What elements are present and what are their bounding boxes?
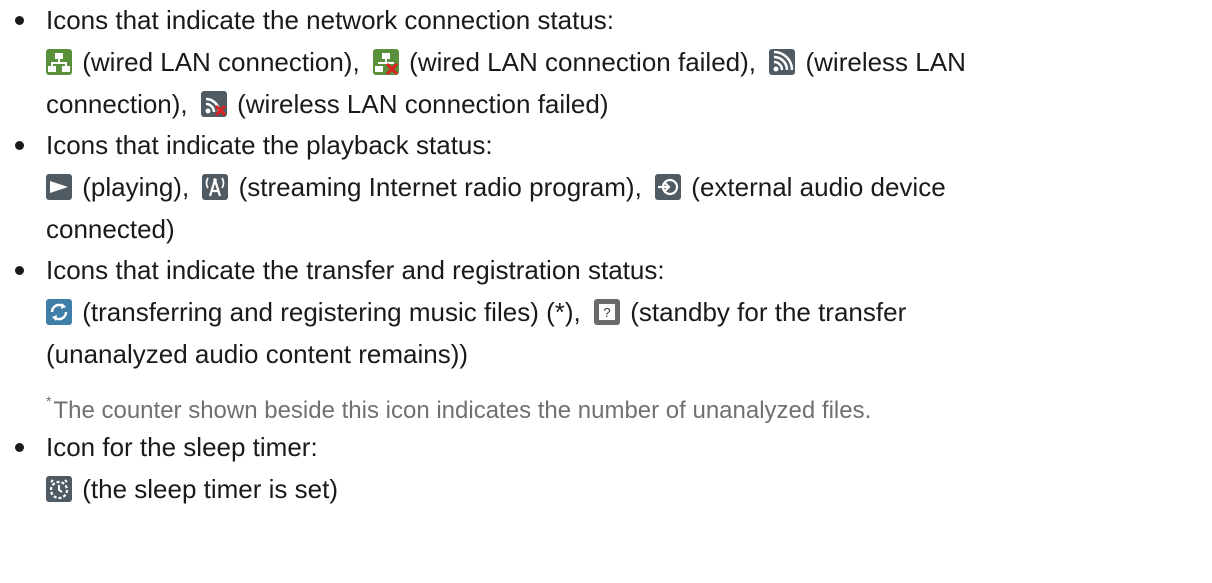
svg-text:?: ? [603, 305, 610, 320]
section-heading: Icons that indicate the transfer and reg… [46, 255, 665, 285]
document-body: Icons that indicate the network connecti… [0, 0, 1212, 510]
bullet-transfer-status: Icons that indicate the transfer and reg… [0, 250, 1212, 375]
bullet-network-status: Icons that indicate the network connecti… [0, 0, 1212, 125]
item-text: (streaming Internet radio program), [238, 172, 642, 202]
icon-line: (unanalyzed audio content remains)) [46, 333, 1212, 375]
item-text: connected) [46, 214, 175, 244]
item-text: (standby for the transfer [630, 297, 907, 327]
icon-line: (the sleep timer is set) [46, 468, 1212, 510]
bullet-sleep-timer: Icon for the sleep timer: (the sleep tim… [0, 427, 1212, 510]
wireless-lan-icon [769, 49, 796, 75]
item-text: (wired LAN connection), [82, 47, 360, 77]
section-heading: Icon for the sleep timer: [46, 432, 318, 462]
playing-icon [46, 174, 72, 200]
item-text: (playing), [82, 172, 190, 202]
item-text: connection), [46, 89, 188, 119]
wired-lan-icon [46, 49, 72, 75]
external-audio-icon [655, 174, 682, 200]
item-text: (external audio device [691, 172, 946, 202]
item-text: (unanalyzed audio content remains)) [46, 339, 469, 369]
item-text: (wireless LAN connection failed) [237, 89, 609, 119]
icon-line: connection), (wireless LAN connection fa… [46, 83, 1212, 125]
transfer-icon [46, 299, 72, 325]
item-text: (wired LAN connection failed), [409, 47, 757, 77]
wireless-lan-failed-icon [200, 91, 227, 117]
section-heading: Icons that indicate the playback status: [46, 130, 493, 160]
section-heading: Icons that indicate the network connecti… [46, 5, 615, 35]
icon-line: (transferring and registering music file… [46, 291, 1212, 333]
item-text: (transferring and registering music file… [82, 297, 581, 327]
streaming-radio-icon [202, 174, 229, 200]
item-text: (the sleep timer is set) [82, 474, 338, 504]
bullet-playback-status: Icons that indicate the playback status:… [0, 125, 1212, 250]
icon-line: (playing), (streaming Internet radio pro… [46, 166, 1212, 208]
footnote: *The counter shown beside this icon indi… [0, 375, 1212, 427]
footnote-text: The counter shown beside this icon indic… [53, 397, 872, 424]
icon-line: connected) [46, 208, 1212, 250]
standby-icon: ? [593, 299, 620, 325]
sleep-timer-icon [46, 476, 72, 502]
wired-lan-failed-icon [372, 49, 399, 75]
icon-line: (wired LAN connection), (wired LAN conne… [46, 41, 1212, 83]
item-text: (wireless LAN [805, 47, 966, 77]
footnote-marker: * [46, 393, 52, 409]
